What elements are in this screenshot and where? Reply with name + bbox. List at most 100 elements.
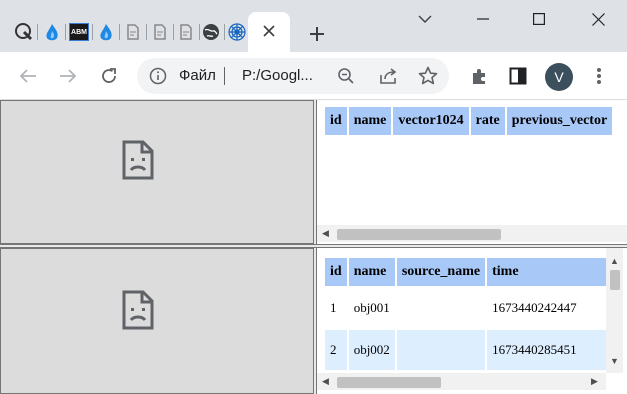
active-tab[interactable] — [248, 12, 290, 52]
forward-arrow-icon — [60, 69, 77, 83]
page-content: id name vector1024 rate previous_vector … — [0, 100, 627, 394]
minimize-button[interactable] — [460, 0, 506, 38]
data-table: id name vector1024 rate previous_vector — [323, 105, 614, 137]
url-text[interactable]: P:/Googl... — [242, 67, 313, 84]
url-divider — [224, 67, 225, 85]
back-button[interactable] — [12, 60, 44, 92]
column-header: id — [325, 107, 347, 135]
table-cell: 1673440242447 — [492, 300, 577, 315]
reload-button[interactable] — [93, 60, 125, 92]
tab-favicon-3[interactable]: ABM — [69, 22, 89, 42]
sad-page-icon — [122, 290, 154, 330]
table-cell: obj001 — [353, 300, 390, 315]
tab-separator — [65, 24, 66, 40]
column-header: name — [348, 107, 392, 135]
table-row[interactable]: 1 obj001 1673440242447 — [325, 288, 607, 328]
tab-favicon-2[interactable] — [42, 22, 62, 42]
tab-separator — [173, 24, 174, 40]
back-arrow-icon — [19, 69, 36, 83]
column-header: name — [348, 258, 395, 286]
side-panel-icon — [509, 67, 527, 85]
share-icon[interactable] — [379, 67, 399, 90]
horizontal-scrollbar[interactable]: ◀ — [317, 225, 627, 242]
tab-separator — [119, 24, 120, 40]
tab-favicon-5[interactable] — [123, 22, 143, 42]
tab-favicon-8[interactable] — [201, 22, 221, 42]
column-header: vector1024 — [393, 107, 469, 135]
scroll-right-icon[interactable]: ▶ — [591, 376, 598, 387]
tab-favicon-9[interactable] — [227, 22, 247, 42]
blank-page-icon — [180, 24, 192, 40]
table-cell: 2 — [325, 330, 347, 370]
abm-logo-icon: ABM — [69, 23, 89, 41]
tab-separator — [37, 24, 38, 40]
scroll-left-icon[interactable]: ◀ — [322, 228, 329, 239]
tab-favicon-7[interactable] — [176, 22, 196, 42]
data-table: id name source_name time 1 obj001 167344… — [323, 256, 609, 372]
avatar[interactable]: V — [545, 63, 573, 91]
star-icon[interactable] — [418, 66, 438, 91]
column-header: id — [325, 258, 347, 286]
forward-button[interactable] — [52, 60, 84, 92]
tab-separator — [146, 24, 147, 40]
frame-bottom-left — [0, 248, 314, 394]
table-cell: 1673440285451 — [487, 330, 608, 370]
table-cell: 1 — [330, 300, 337, 315]
tab-separator — [224, 24, 225, 40]
horizontal-scrollbar[interactable]: ◀ ▶ — [317, 373, 606, 390]
extensions-button[interactable] — [463, 60, 495, 92]
maximize-icon — [533, 13, 545, 25]
plus-icon — [310, 27, 324, 41]
globe-icon — [203, 24, 219, 40]
address-bar[interactable]: Файл P:/Googl... — [137, 58, 449, 94]
tab-strip: ABM — [0, 0, 627, 52]
blank-page-icon — [127, 24, 139, 40]
tab-favicon-6[interactable] — [150, 22, 170, 42]
table-cell — [397, 288, 485, 328]
column-header: time — [487, 258, 608, 286]
globe-wrench-icon — [15, 23, 33, 41]
scroll-down-icon[interactable]: ▼ — [610, 356, 619, 366]
close-icon[interactable] — [260, 22, 278, 40]
browser-toolbar: Файл P:/Googl... V — [0, 52, 627, 100]
tab-separator — [92, 24, 93, 40]
blue-flame-icon — [100, 24, 112, 41]
reload-icon — [102, 68, 116, 83]
info-icon[interactable] — [149, 67, 167, 90]
table-cell — [396, 330, 486, 370]
close-icon — [591, 12, 605, 26]
frame-top-left — [0, 100, 314, 244]
avatar-letter: V — [554, 69, 564, 85]
abm-logo-text: ABM — [71, 28, 87, 36]
scrollbar-thumb[interactable] — [610, 270, 620, 290]
table-header-row: id name vector1024 rate previous_vector — [325, 107, 613, 135]
blank-page-icon — [154, 24, 166, 40]
kebab-menu-icon — [597, 68, 601, 84]
scroll-left-icon[interactable]: ◀ — [322, 376, 329, 387]
sad-page-icon — [122, 140, 154, 180]
side-panel-button[interactable] — [502, 60, 534, 92]
tab-search-button[interactable] — [402, 0, 448, 38]
window-close-button[interactable] — [575, 0, 621, 38]
table-header-row: id name source_name time — [325, 258, 608, 286]
spider-web-icon — [228, 23, 246, 41]
menu-button[interactable] — [583, 60, 615, 92]
scrollbar-thumb[interactable] — [337, 229, 501, 240]
column-header: previous_vector — [506, 107, 613, 135]
column-header: source_name — [396, 258, 486, 286]
new-tab-button[interactable] — [303, 20, 331, 48]
vertical-scrollbar[interactable]: ▲ ▼ — [606, 248, 623, 373]
tab-favicon-4[interactable] — [96, 22, 116, 42]
scroll-up-icon[interactable]: ▲ — [610, 256, 619, 266]
scrollbar-thumb[interactable] — [337, 377, 441, 388]
minimize-icon — [477, 18, 489, 20]
frame-bottom-right: id name source_name time 1 obj001 167344… — [317, 248, 627, 394]
chevron-down-icon — [418, 15, 432, 23]
blue-flame-icon — [46, 24, 58, 41]
table-row[interactable]: 2 obj002 1673440285451 — [325, 330, 608, 370]
maximize-button[interactable] — [516, 0, 562, 38]
tab-separator — [199, 24, 200, 40]
column-header: rate — [470, 107, 505, 135]
tab-favicon-1[interactable] — [14, 22, 34, 42]
zoom-out-icon[interactable] — [337, 67, 355, 90]
